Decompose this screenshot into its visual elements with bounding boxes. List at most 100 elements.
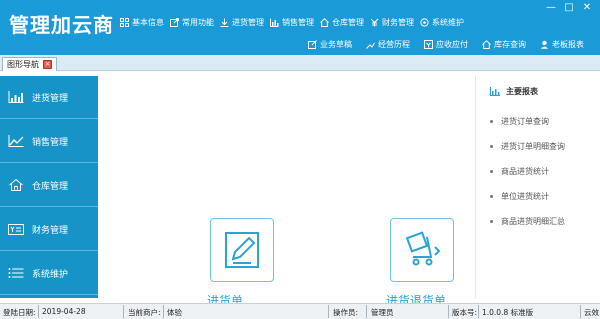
subnav-label: 经营历程 [378, 39, 410, 49]
subnav-history[interactable]: 经营历程 [366, 39, 410, 50]
report-link[interactable]: 进货订单明细查询 [490, 141, 565, 152]
maximize-button[interactable]: □ [562, 2, 576, 14]
nav-label: 常用功能 [182, 17, 214, 27]
report-link-label: 商品进货明细汇总 [501, 217, 565, 226]
subnav-label: 应收应付 [436, 39, 468, 49]
sidebar-item-label: 销售管理 [32, 137, 69, 148]
report-panel-title-text: 主要报表 [506, 87, 538, 96]
nav-label: 仓库管理 [332, 17, 364, 27]
nav-finance[interactable]: 财务管理 [370, 17, 414, 28]
status-separator [163, 305, 164, 318]
nav-common-functions[interactable]: 常用功能 [170, 17, 214, 28]
tab-graphic-nav[interactable]: 图形导航 × [2, 57, 57, 71]
sidebar-item-purchase[interactable]: 进货管理 [0, 76, 98, 119]
stock-icon [482, 39, 491, 49]
nav-system-maintenance[interactable]: 系统维护 [420, 17, 464, 28]
bar-chart-icon [270, 18, 279, 27]
nav-label: 财务管理 [382, 17, 414, 27]
sidebar-item-warehouse[interactable]: 仓库管理 [0, 164, 98, 207]
sub-nav: 业务草稿 经营历程 应收应付 库存查询 老板报表 [294, 38, 584, 50]
sidebar-item-label: 财务管理 [32, 225, 69, 236]
report-link[interactable]: 单位进货统计 [490, 191, 549, 202]
external-link-icon [170, 17, 179, 27]
line-chart-icon [8, 135, 24, 147]
history-icon [366, 42, 375, 49]
close-button[interactable]: ✕ [580, 2, 594, 14]
sidebar-item-system[interactable]: 系统维护 [0, 252, 98, 295]
bar-chart-icon [8, 91, 24, 103]
status-extra: 云效 [584, 308, 599, 317]
nav-warehouse[interactable]: 仓库管理 [320, 17, 364, 28]
report-link-label: 进货订单查询 [501, 117, 549, 126]
operator-label: 操作员: [333, 308, 359, 317]
report-link[interactable]: 商品进货统计 [490, 166, 549, 177]
nav-label: 销售管理 [282, 17, 314, 27]
subnav-label: 老板报表 [552, 39, 584, 49]
top-nav: 基本信息 常用功能 进货管理 销售管理 仓库管理 财务管理 系统维护 [120, 14, 470, 30]
user-report-icon [540, 40, 549, 49]
close-icon[interactable]: × [43, 60, 52, 69]
subnav-label: 业务草稿 [320, 39, 352, 49]
sidebar: 进货管理 销售管理 仓库管理 财务管理 系统维护 [0, 76, 98, 298]
operator-value: 管理员 [371, 308, 394, 317]
login-date-label: 登陆日期: [3, 308, 36, 317]
import-icon [220, 18, 229, 27]
subnav-label: 库存查询 [494, 39, 526, 49]
list-icon [8, 268, 24, 278]
receivable-icon [424, 39, 433, 49]
edit-icon [225, 232, 259, 268]
sidebar-item-label: 系统维护 [32, 269, 69, 280]
version-label: 版本号: [452, 308, 478, 317]
bullet-icon [490, 170, 493, 173]
finance-icon [370, 18, 379, 26]
login-date-value: 2019-04-28 [42, 307, 86, 316]
bullet-icon [490, 145, 493, 148]
status-separator [328, 305, 329, 318]
nav-sales[interactable]: 销售管理 [270, 17, 314, 28]
purchase-order-card[interactable] [210, 218, 274, 282]
status-separator [580, 305, 581, 318]
tab-strip: 图形导航 × [0, 55, 600, 71]
version-value: 1.0.0.8 标准版 [482, 308, 534, 317]
sidebar-item-label: 仓库管理 [32, 181, 69, 192]
subnav-receivable[interactable]: 应收应付 [424, 39, 468, 50]
main-content: 进货单 进货退货单 [98, 76, 475, 308]
bullet-icon [490, 120, 493, 123]
sidebar-item-sales[interactable]: 销售管理 [0, 120, 98, 163]
header-bar: 管理加云商 基本信息 常用功能 进货管理 销售管理 仓库管理 财务管理 系统维护… [0, 0, 600, 55]
window-controls: — □ ✕ [540, 2, 594, 14]
nav-label: 基本信息 [132, 17, 164, 27]
purchase-return-card[interactable] [390, 218, 454, 282]
status-separator [366, 305, 367, 318]
minimize-button[interactable]: — [544, 2, 558, 14]
report-link-label: 进货订单明细查询 [501, 142, 565, 151]
draft-icon [308, 39, 317, 49]
report-panel: 主要报表 进货订单查询 进货订单明细查询 商品进货统计 单位进货统计 商品进货明… [475, 76, 600, 298]
app-title: 管理加云商 [9, 13, 114, 37]
home-icon [320, 17, 329, 27]
report-link[interactable]: 商品进货明细汇总 [490, 216, 565, 227]
subnav-stock-query[interactable]: 库存查询 [482, 39, 526, 50]
report-link[interactable]: 进货订单查询 [490, 116, 549, 127]
tab-label: 图形导航 [7, 59, 39, 69]
nav-label: 系统维护 [432, 17, 464, 27]
merchant-label: 当前商户: [128, 308, 161, 317]
sidebar-item-finance[interactable]: 财务管理 [0, 208, 98, 251]
grid-icon [120, 17, 129, 27]
subnav-drafts[interactable]: 业务草稿 [308, 39, 352, 50]
bar-chart-icon [490, 87, 500, 96]
subnav-boss-report[interactable]: 老板报表 [540, 39, 584, 50]
status-separator [478, 305, 479, 318]
merchant-value: 体验 [167, 308, 182, 317]
card-icon [8, 224, 24, 235]
status-separator [123, 305, 124, 318]
nav-purchase[interactable]: 进货管理 [220, 17, 264, 28]
nav-basic-info[interactable]: 基本信息 [120, 17, 164, 28]
report-link-label: 单位进货统计 [501, 192, 549, 201]
report-panel-title: 主要报表 [490, 86, 538, 97]
cart-return-icon [405, 231, 441, 266]
status-separator [38, 305, 39, 318]
sidebar-item-label: 进货管理 [32, 93, 69, 104]
settings-icon [420, 17, 429, 27]
nav-label: 进货管理 [232, 17, 264, 27]
